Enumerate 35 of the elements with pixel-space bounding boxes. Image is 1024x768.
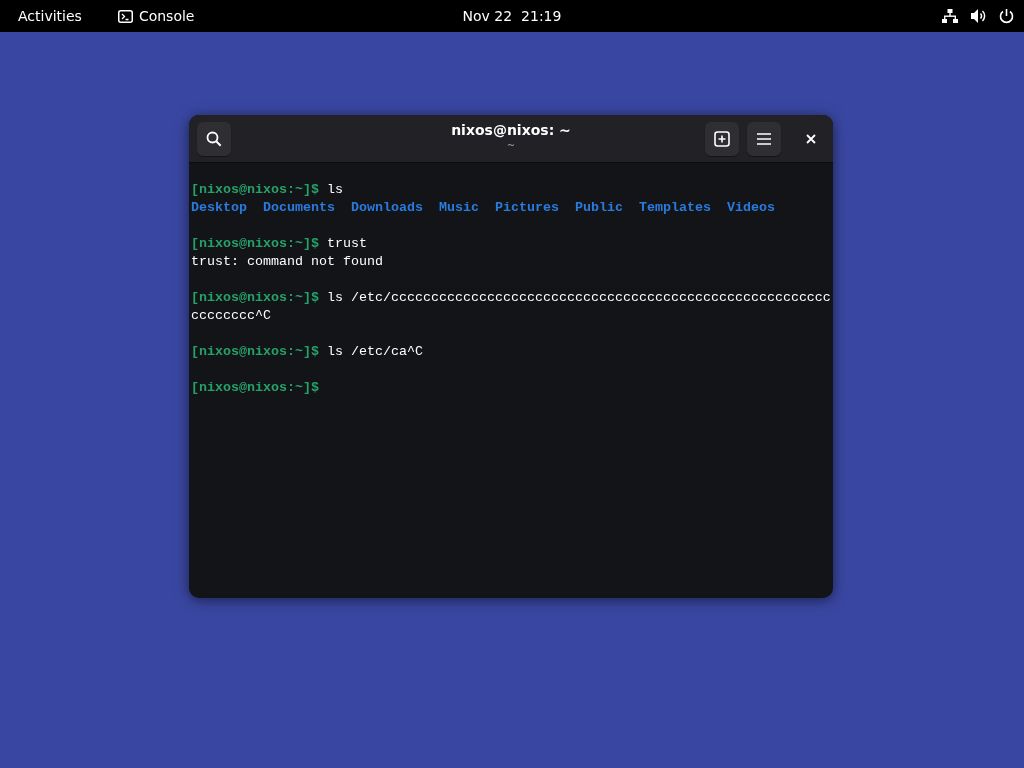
directory-name: Pictures: [494, 199, 559, 217]
search-button[interactable]: [197, 121, 231, 156]
directory-name: Downloads: [351, 199, 423, 217]
terminal-text: trust: command not found: [191, 254, 383, 269]
app-menu[interactable]: Console: [138, 8, 195, 24]
volume-icon[interactable]: [970, 8, 987, 24]
directory-name: Videos: [726, 199, 775, 217]
directory-name: Desktop: [191, 199, 247, 217]
terminal-icon: [117, 9, 133, 23]
search-icon: [206, 130, 222, 147]
terminal-text: ls /etc/ca^C: [325, 344, 423, 359]
window-subtitle: ~: [506, 141, 516, 151]
terminal-text: cccccccc^C: [191, 308, 271, 323]
directory-name: Documents: [263, 199, 335, 217]
directory-name: Music: [438, 199, 479, 217]
close-icon: [806, 133, 816, 144]
menu-icon: [756, 131, 772, 146]
directory-name: Templates: [638, 199, 711, 217]
window-title: nixos@nixos: ~: [451, 121, 571, 139]
shell-prompt: [nixos@nixos:~]$: [191, 344, 319, 359]
new-tab-button[interactable]: [705, 121, 739, 156]
directory-name: Public: [574, 199, 623, 217]
plus-box-icon: [714, 130, 730, 147]
power-icon[interactable]: [999, 8, 1014, 24]
shell-prompt: [nixos@nixos:~]$: [191, 290, 319, 305]
terminal-text: ls: [325, 182, 343, 197]
clock[interactable]: Nov 22 21:19: [462, 8, 562, 24]
menu-button[interactable]: [747, 121, 781, 156]
activities-button[interactable]: Activities: [18, 8, 82, 24]
terminal-text: trust: [325, 236, 367, 251]
shell-prompt: [nixos@nixos:~]$: [191, 182, 319, 197]
network-icon[interactable]: [942, 8, 958, 24]
shell-prompt: [nixos@nixos:~]$: [191, 236, 319, 251]
terminal-text: ls /etc/ccccccccccccccccccccccccccccccccccccccccccccccccccccccc: [325, 290, 831, 305]
shell-prompt: [nixos@nixos:~]$: [191, 380, 319, 395]
